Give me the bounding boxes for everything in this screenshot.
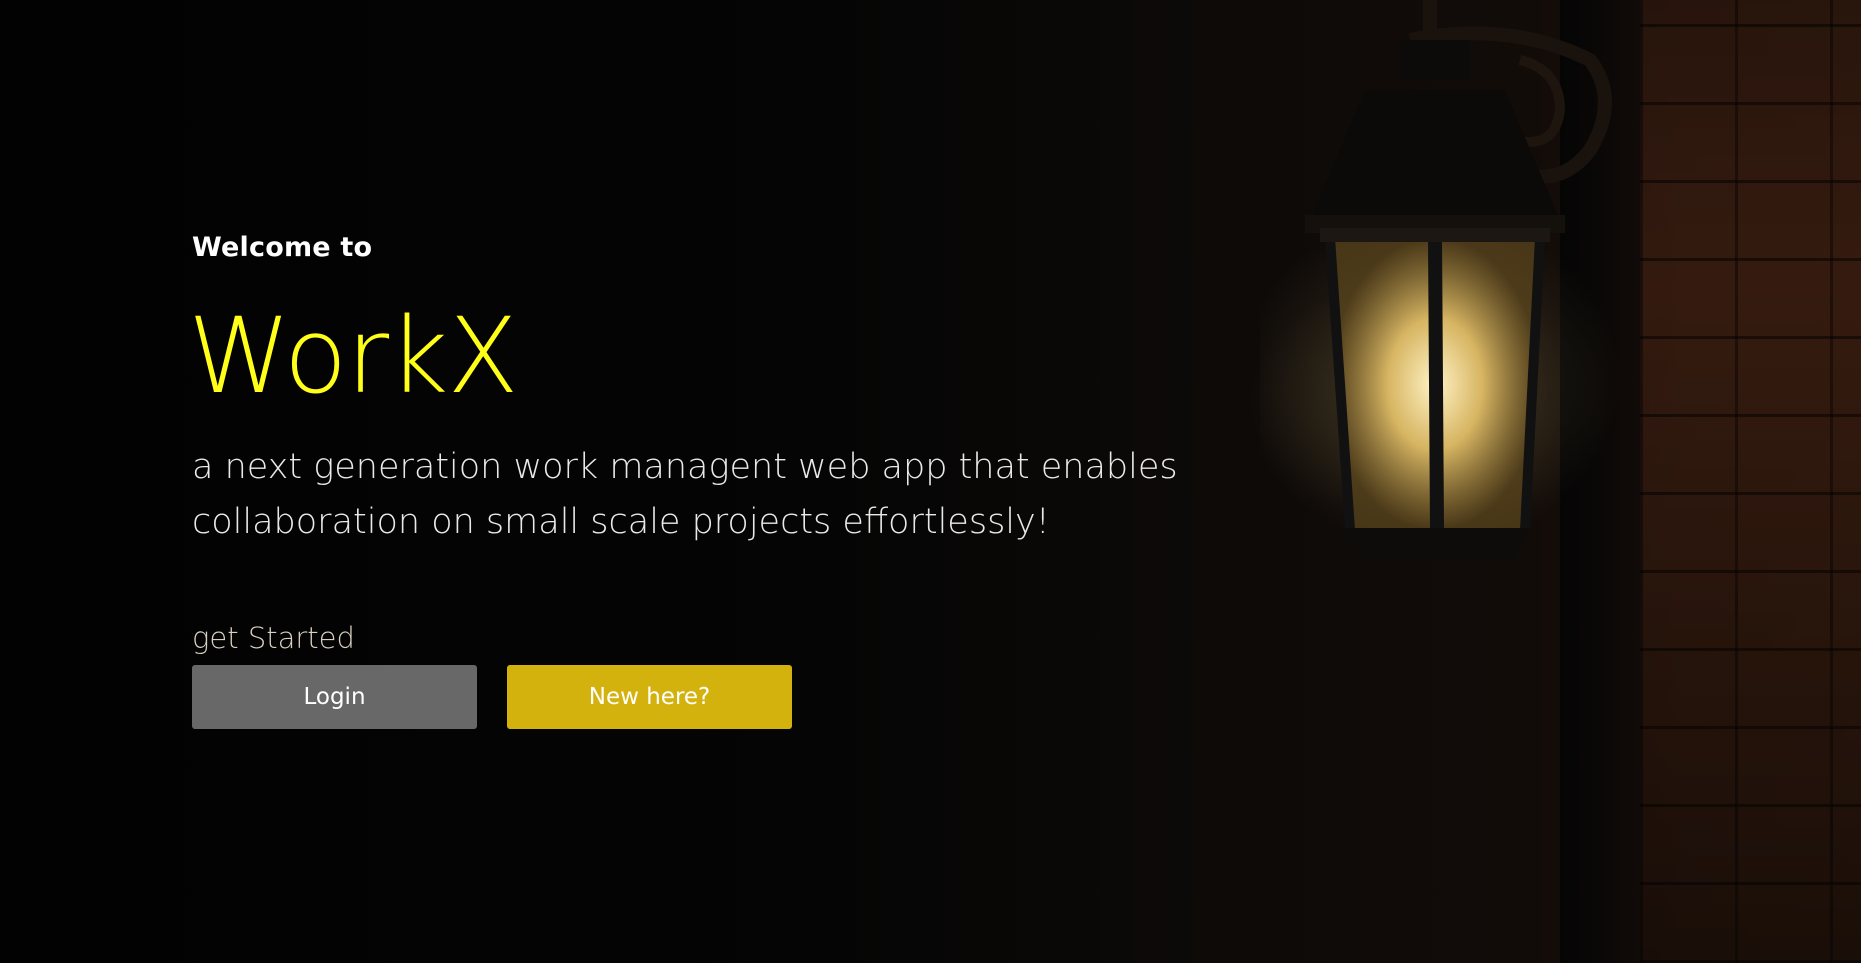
welcome-heading: Welcome to	[192, 232, 373, 263]
lantern-icon	[1260, 0, 1620, 560]
signup-button[interactable]: New here?	[507, 665, 792, 729]
tagline-text: a next generation work managent web app …	[192, 447, 1178, 542]
login-button[interactable]: Login	[192, 665, 477, 729]
background-brick-wall	[1640, 0, 1861, 963]
get-started-label: get Started	[192, 621, 355, 655]
brand-title: WorkX	[188, 295, 519, 417]
landing-page: Welcome to WorkX a next generation work …	[0, 0, 1861, 963]
